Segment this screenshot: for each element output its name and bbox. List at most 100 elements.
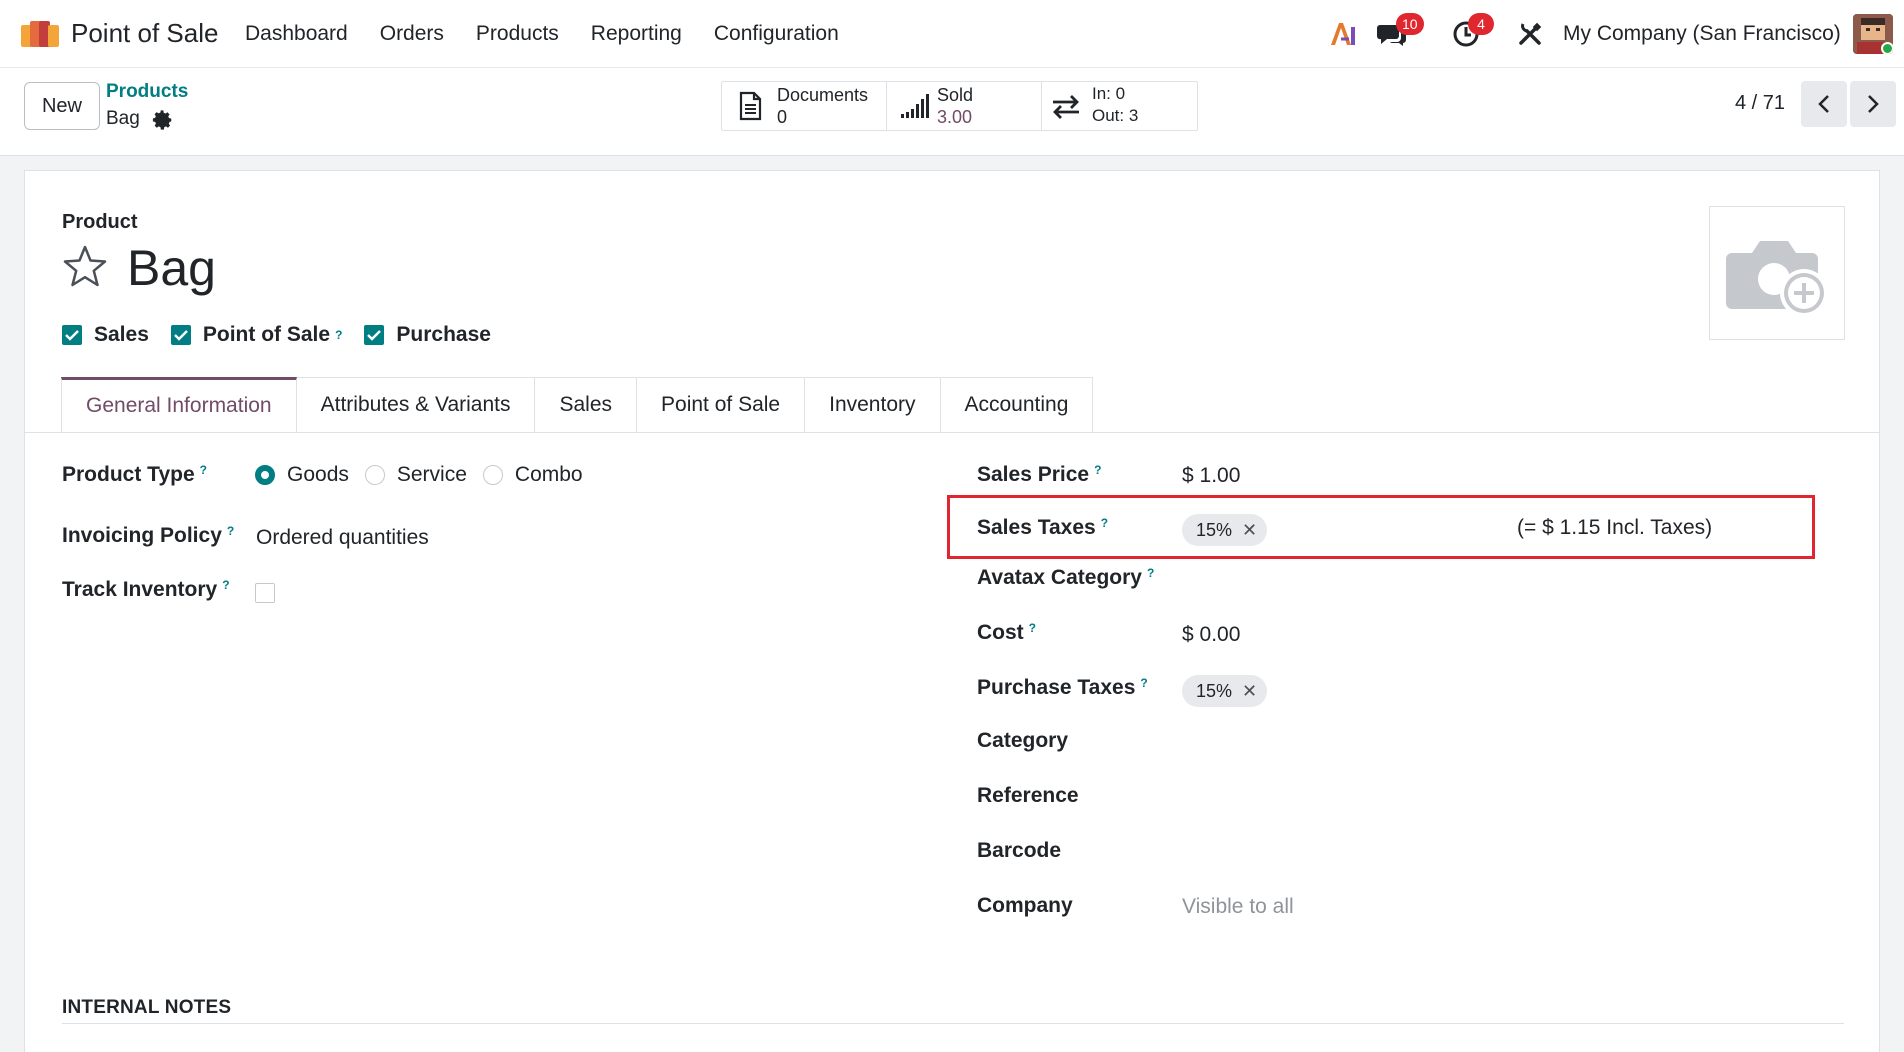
cost-value[interactable]: $ 0.00 — [1182, 623, 1240, 647]
help-tooltip-icon[interactable]: ? — [1094, 463, 1101, 477]
barcode-label: Barcode — [977, 839, 1062, 862]
camera-add-icon — [1726, 241, 1828, 317]
messages-icon[interactable]: 10 — [1376, 13, 1424, 50]
track-inventory-label: Track Inventory? — [62, 578, 230, 601]
purchase-taxes-label: Purchase Taxes? — [977, 676, 1148, 699]
invoicing-policy-label: Invoicing Policy? — [62, 524, 235, 547]
cost-label: Cost? — [977, 621, 1037, 644]
new-button[interactable]: New — [24, 82, 100, 130]
pos-checkbox-label: Point of Sale — [202, 323, 331, 346]
help-tooltip-icon[interactable]: ? — [1029, 621, 1036, 635]
avatax-category-label: Avatax Category? — [977, 566, 1155, 589]
pager-next-button[interactable] — [1850, 81, 1896, 127]
radio-service[interactable]: Service — [364, 463, 467, 487]
form-tabs: General Information Attributes & Variant… — [61, 377, 1094, 433]
sales-price-value[interactable]: $ 1.00 — [1182, 464, 1240, 488]
purchase-checkbox-label: Purchase — [396, 323, 491, 346]
radio-combo[interactable]: Combo — [482, 463, 583, 487]
sold-smart-button[interactable]: Sold 3.00 — [887, 82, 1042, 130]
out-label: Out: 3 — [1092, 106, 1139, 125]
radio-dot — [482, 465, 503, 485]
help-tooltip-icon[interactable]: ? — [1140, 676, 1147, 690]
pos-app-icon[interactable] — [20, 19, 60, 49]
can-be-sold-checkbox[interactable]: Sales — [62, 323, 149, 347]
checkmark-icon — [364, 325, 385, 345]
activity-clock-icon[interactable]: 4 — [1450, 13, 1494, 50]
company-field[interactable]: Visible to all — [1182, 895, 1294, 919]
favorite-star-icon[interactable] — [61, 243, 109, 291]
documents-label: Documents — [777, 85, 869, 105]
radio-service-label: Service — [396, 463, 467, 486]
checkmark-icon — [62, 325, 82, 345]
documents-count: 0 — [777, 107, 788, 127]
track-inventory-checkbox[interactable] — [255, 583, 275, 603]
tabs-divider — [25, 432, 1879, 433]
radio-dot — [364, 465, 385, 485]
menu-reporting[interactable]: Reporting — [591, 22, 682, 46]
help-tooltip-icon[interactable]: ? — [200, 463, 207, 477]
tab-attributes-variants[interactable]: Attributes & Variants — [296, 377, 536, 433]
product-checkboxes: Sales Point of Sale ? Purchase — [62, 323, 513, 347]
purchase-tax-tag[interactable]: 15% ✕ — [1182, 675, 1268, 707]
menu-dashboard[interactable]: Dashboard — [245, 22, 348, 46]
company-switcher[interactable]: My Company (San Francisco) — [1563, 22, 1841, 46]
online-status-dot — [1881, 42, 1893, 54]
sold-value: 3.00 — [937, 107, 973, 127]
breadcrumb-products[interactable]: Products — [106, 81, 188, 103]
sold-label: Sold — [937, 85, 974, 105]
help-tooltip-icon[interactable]: ? — [335, 328, 342, 342]
help-tooltip-icon[interactable]: ? — [227, 524, 234, 538]
menu-products[interactable]: Products — [476, 22, 559, 46]
sales-tax-tag-label: 15% — [1196, 519, 1233, 540]
help-tooltip-icon[interactable]: ? — [1101, 516, 1108, 530]
control-panel: New Products Bag Documents 0 Sold 3.00 I… — [0, 68, 1904, 156]
radio-combo-label: Combo — [514, 463, 583, 486]
tab-point-of-sale[interactable]: Point of Sale — [637, 377, 806, 433]
form-sheet: Product Bag Sales Point of Sale ? Purcha… — [24, 170, 1880, 1052]
ai-icon[interactable] — [1328, 18, 1360, 50]
documents-smart-button[interactable]: Documents 0 — [722, 82, 887, 130]
pager-value[interactable]: 4 / 71 — [1735, 92, 1785, 115]
pager-previous-button[interactable] — [1801, 81, 1847, 127]
invoicing-policy-value[interactable]: Ordered quantities — [256, 526, 429, 550]
product-image-upload[interactable] — [1709, 206, 1845, 340]
company-label: Company — [977, 894, 1073, 917]
in-out-smart-button[interactable]: In: 0 Out: 3 — [1042, 82, 1197, 130]
breadcrumb-current: Bag — [106, 108, 140, 129]
product-type-label: Product Type? — [62, 463, 207, 486]
gear-icon[interactable] — [152, 109, 174, 131]
user-avatar[interactable] — [1853, 14, 1893, 54]
tab-sales[interactable]: Sales — [535, 377, 638, 433]
signal-bars-icon — [901, 94, 929, 118]
menu-orders[interactable]: Orders — [380, 22, 444, 46]
tab-inventory[interactable]: Inventory — [805, 377, 941, 433]
exchange-arrows-icon — [1053, 95, 1079, 119]
tools-icon[interactable] — [1514, 18, 1546, 50]
sales-tax-tag[interactable]: 15% ✕ — [1182, 514, 1268, 546]
can-be-purchased-checkbox[interactable]: Purchase — [364, 323, 491, 347]
product-name-title[interactable]: Bag — [127, 239, 216, 297]
sales-price-label: Sales Price? — [977, 463, 1102, 486]
radio-goods[interactable]: Goods — [255, 463, 349, 487]
document-icon — [739, 91, 762, 121]
checkmark-icon — [170, 325, 191, 345]
tab-accounting[interactable]: Accounting — [940, 377, 1094, 433]
internal-notes-divider — [62, 1023, 1844, 1024]
help-tooltip-icon[interactable]: ? — [1147, 566, 1154, 580]
sales-taxes-included-amount: (= $ 1.15 Incl. Taxes) — [1517, 516, 1713, 539]
category-label: Category — [977, 729, 1069, 752]
tab-general-information[interactable]: General Information — [61, 377, 297, 433]
internal-notes-label: INTERNAL NOTES — [62, 997, 232, 1018]
top-navbar: Point of Sale Dashboard Orders Products … — [0, 0, 1904, 68]
radio-dot-selected — [255, 465, 275, 485]
menu-configuration[interactable]: Configuration — [714, 22, 839, 46]
in-label: In: 0 — [1092, 84, 1126, 103]
remove-tag-icon[interactable]: ✕ — [1242, 520, 1257, 541]
remove-tag-icon[interactable]: ✕ — [1242, 681, 1257, 702]
available-in-pos-checkbox[interactable]: Point of Sale ? — [170, 323, 342, 347]
product-label: Product — [62, 211, 138, 233]
help-tooltip-icon[interactable]: ? — [222, 578, 229, 592]
app-name[interactable]: Point of Sale — [71, 18, 218, 49]
chevron-left-icon — [1818, 95, 1829, 113]
activity-badge: 4 — [1468, 13, 1494, 35]
